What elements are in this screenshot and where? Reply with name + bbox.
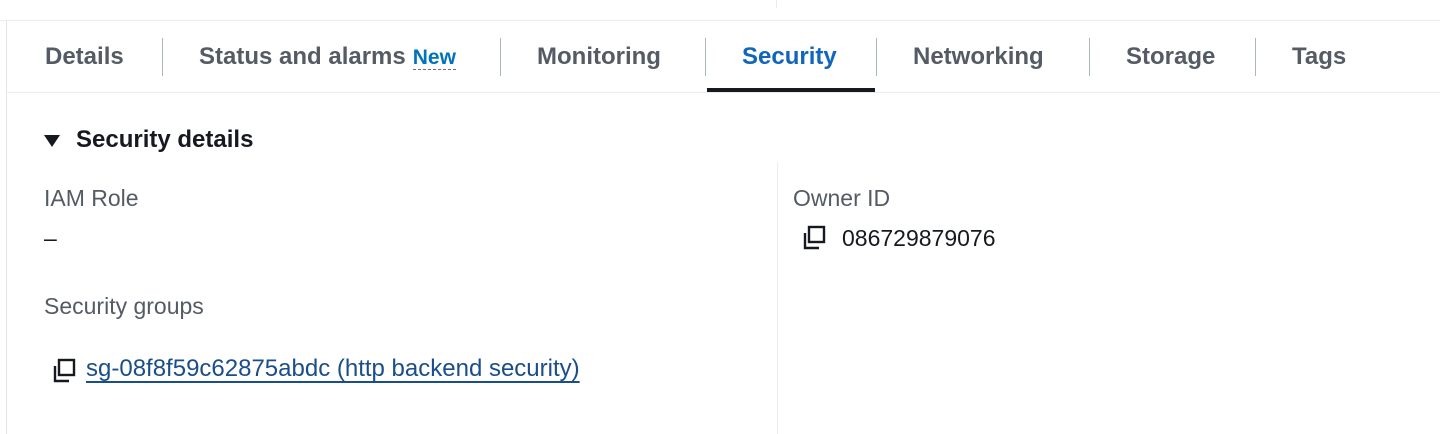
tab-tags[interactable]: Tags xyxy=(1292,21,1346,92)
owner-id-label: Owner ID xyxy=(793,185,891,211)
tab-label: Status and alarms xyxy=(199,42,406,70)
tab-details[interactable]: Details xyxy=(45,21,124,92)
tab-label: Tags xyxy=(1292,42,1347,70)
caret-down-icon xyxy=(44,135,60,147)
tab-separator xyxy=(162,38,163,76)
instance-details-panel: Details Status and alarms New Monitoring… xyxy=(0,0,1440,434)
active-tab-indicator xyxy=(707,88,875,92)
column-divider xyxy=(777,162,778,434)
tab-separator xyxy=(1089,38,1090,76)
top-strip xyxy=(0,0,1440,21)
tab-label: Storage xyxy=(1126,42,1216,70)
tab-bar: Details Status and alarms New Monitoring… xyxy=(7,21,1440,93)
tab-security[interactable]: Security xyxy=(742,21,837,92)
tab-separator xyxy=(1255,38,1256,76)
iam-role-label: IAM Role xyxy=(44,185,139,211)
security-details-toggle[interactable]: Security details xyxy=(44,120,253,160)
tab-storage[interactable]: Storage xyxy=(1126,21,1215,92)
divider xyxy=(776,0,777,8)
tab-label: Security xyxy=(742,42,837,70)
owner-id-value: 086729879076 xyxy=(842,225,996,251)
iam-role-value: – xyxy=(44,225,57,251)
tab-separator xyxy=(705,38,706,76)
security-group-link[interactable]: sg-08f8f59c62875abdc (http backend secur… xyxy=(86,355,580,383)
copy-icon[interactable] xyxy=(51,358,77,384)
tab-status-and-alarms[interactable]: Status and alarms New xyxy=(199,21,456,92)
tab-separator xyxy=(500,38,501,76)
tab-label: Networking xyxy=(913,42,1044,70)
tab-label: Details xyxy=(45,42,124,70)
new-badge[interactable]: New xyxy=(412,47,456,70)
copy-icon[interactable] xyxy=(801,225,827,251)
tab-networking[interactable]: Networking xyxy=(913,21,1044,92)
tab-monitoring[interactable]: Monitoring xyxy=(537,21,661,92)
section-title: Security details xyxy=(76,126,254,153)
tab-separator xyxy=(876,38,877,76)
tab-label: Monitoring xyxy=(537,42,661,70)
security-groups-label: Security groups xyxy=(44,293,204,319)
